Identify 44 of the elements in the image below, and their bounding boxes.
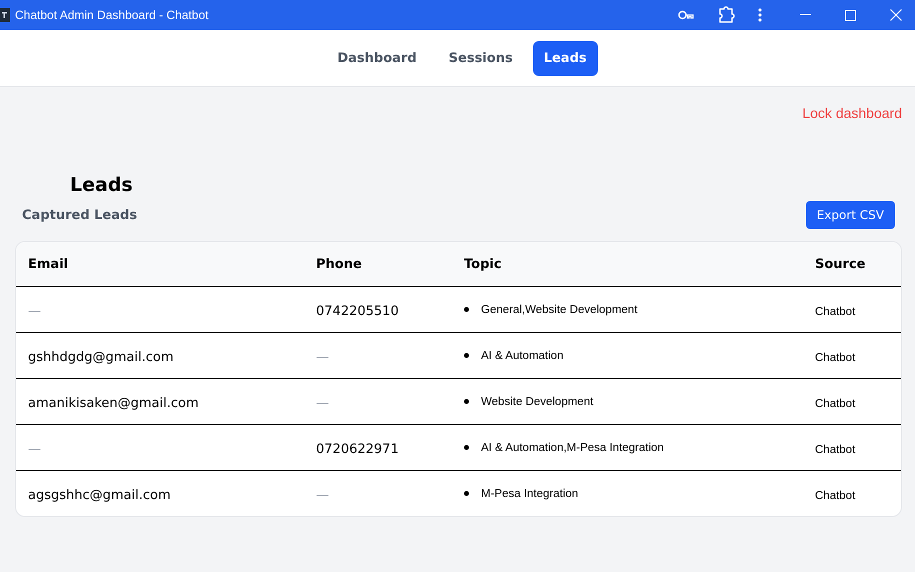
table-cell: AI & Automation,M-Pesa Integration [481,442,664,454]
table-cell: M-Pesa Integration [481,488,578,500]
bullet-icon [464,445,469,450]
table-cell: agsgshhc@gmail.com [28,488,171,503]
table-cell: Chatbot [815,490,856,502]
more-icon[interactable] [758,8,762,22]
export-button[interactable]: Export CSV [806,201,895,229]
column-header: Phone [315,256,363,272]
table-cell: — [316,396,329,411]
bullet-icon [464,307,469,312]
column-header: Email [27,256,70,272]
table-cell: — [316,488,329,503]
bullet-icon [464,353,469,358]
nav-tab[interactable]: Leads [532,40,598,76]
lock-link[interactable]: Lock dashboard [802,105,902,121]
nav-tab[interactable]: Sessions [436,40,525,76]
column-header: Source [814,256,866,272]
key-icon[interactable] [678,10,694,20]
table-cell: Chatbot [815,306,856,318]
table-cell: gshhdgdg@gmail.com [28,350,174,365]
minimize-icon[interactable] [800,14,811,16]
table-cell: Chatbot [815,398,856,410]
table-cell: — [28,442,41,457]
table-cell: AI & Automation [481,350,564,362]
table-cell: 0742205510 [316,304,399,319]
table-cell: General,Website Development [481,304,638,316]
app-icon [0,8,10,22]
table-cell: amanikisaken@gmail.com [28,396,199,411]
section-title: Captured Leads [22,208,138,222]
bullet-icon [464,491,469,496]
page-heading: Leads [70,173,134,197]
column-header: Topic [463,256,503,272]
table-cell: Chatbot [815,352,856,364]
table-cell: Website Development [481,396,594,408]
table-cell: Chatbot [815,444,856,456]
close-icon[interactable] [890,9,902,21]
table-cell: — [28,304,41,319]
window-title: Chatbot Admin Dashboard - Chatbot [15,8,208,22]
maximize-icon[interactable] [845,10,856,20]
bullet-icon [464,399,469,404]
table-cell: 0720622971 [316,442,399,457]
nav-tab[interactable]: Dashboard [325,40,429,76]
table-cell: — [316,350,329,365]
puzzle-icon[interactable] [718,6,736,24]
